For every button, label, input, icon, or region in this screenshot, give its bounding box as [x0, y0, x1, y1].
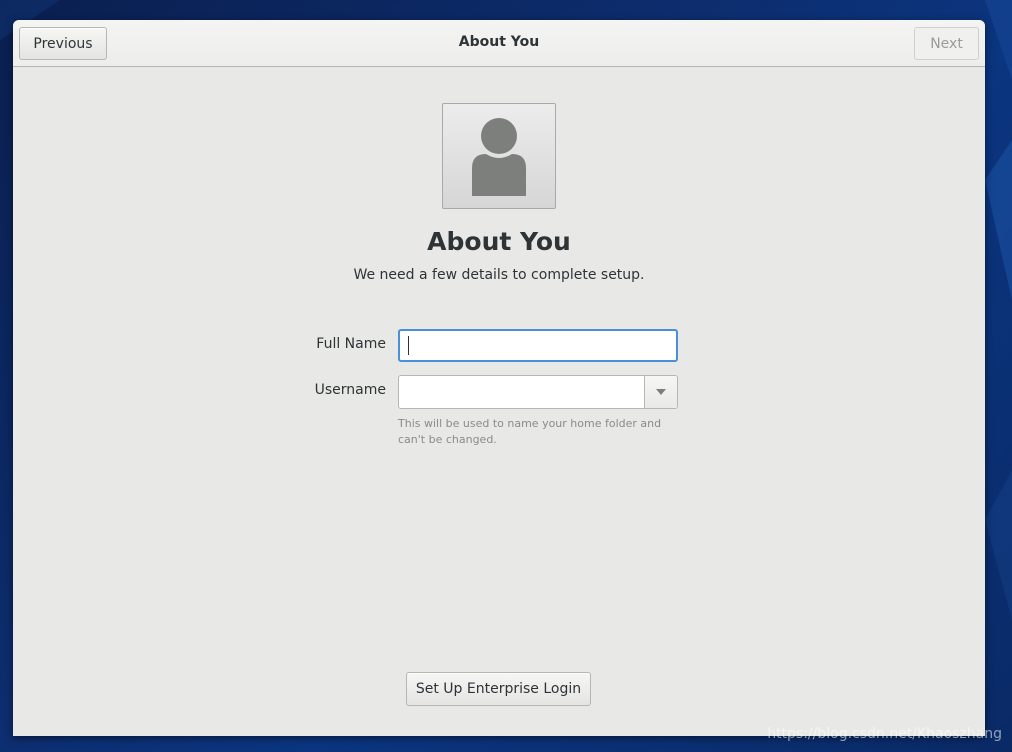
initial-setup-window: Previous About You Next About You We nee… — [13, 20, 985, 736]
chevron-down-icon — [656, 389, 666, 395]
text-cursor — [408, 336, 409, 355]
username-label: Username — [314, 382, 386, 398]
user-avatar-icon — [472, 118, 526, 196]
next-button[interactable]: Next — [914, 27, 979, 60]
header-title: About You — [458, 34, 540, 50]
avatar-button[interactable] — [442, 103, 556, 209]
username-dropdown-button[interactable] — [644, 376, 677, 408]
watermark-text: https://blog.csdn.net/Khaoszhang — [767, 726, 1002, 742]
full-name-label: Full Name — [316, 336, 386, 352]
enterprise-login-button[interactable]: Set Up Enterprise Login — [406, 672, 591, 706]
page-title: About You — [427, 227, 571, 256]
username-input[interactable] — [399, 376, 644, 408]
username-hint: This will be used to name your home fold… — [398, 417, 662, 446]
header-bar: Previous About You Next — [13, 20, 985, 67]
page-subtitle: We need a few details to complete setup. — [353, 267, 645, 283]
full-name-input[interactable] — [398, 329, 678, 362]
username-combobox — [398, 375, 678, 409]
